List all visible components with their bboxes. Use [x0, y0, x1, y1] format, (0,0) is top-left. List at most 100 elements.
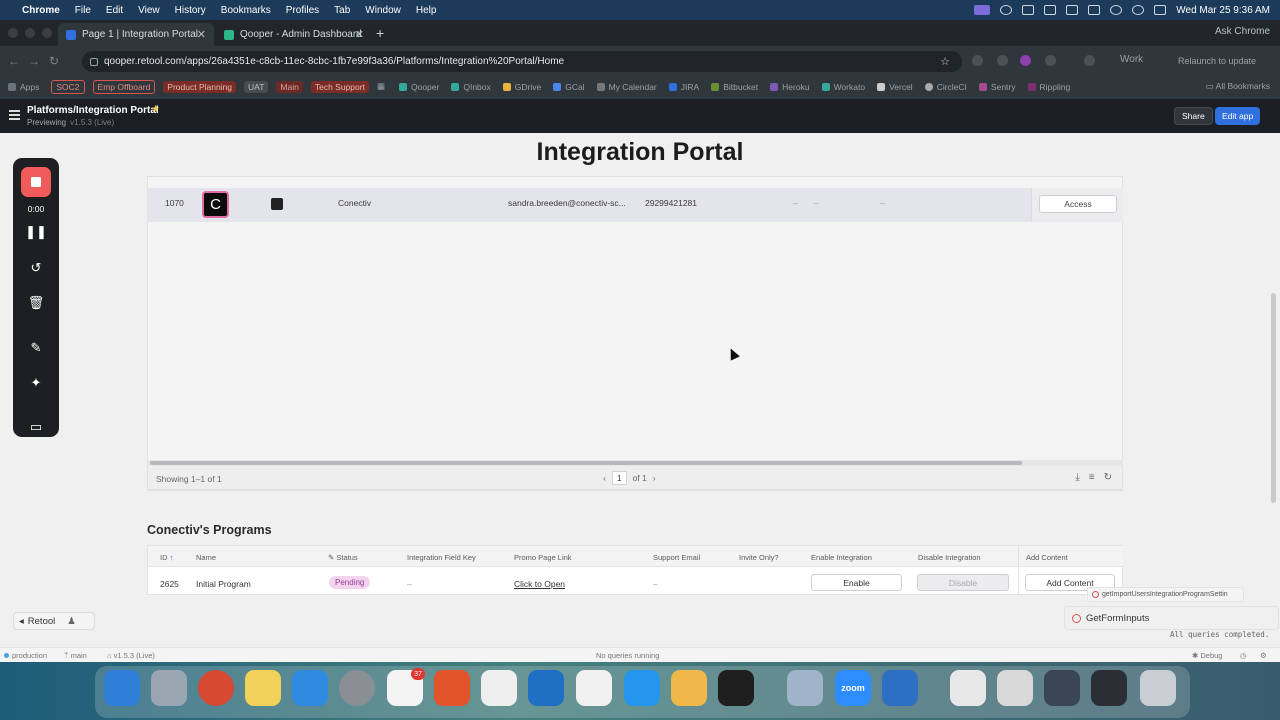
- relaunch-update-button[interactable]: Relaunch to update: [1178, 56, 1256, 66]
- figma-icon[interactable]: [718, 670, 754, 706]
- minimize-window-icon[interactable]: [25, 28, 35, 38]
- menu-bookmarks[interactable]: Bookmarks: [221, 5, 271, 16]
- bookmark-item[interactable]: Qooper: [398, 82, 439, 92]
- bookmark-item[interactable]: Tech Support: [310, 80, 369, 93]
- refresh-icon[interactable]: ↻: [1104, 472, 1112, 483]
- share-button[interactable]: Share: [1174, 107, 1213, 125]
- bookmark-item[interactable]: Product Planning: [163, 80, 237, 93]
- site-info-icon[interactable]: [90, 57, 98, 66]
- promo-link[interactable]: Click to Open: [514, 579, 565, 589]
- side-panel-icon[interactable]: [1084, 55, 1095, 66]
- menu-edit[interactable]: Edit: [106, 5, 123, 16]
- window-thumbnail-icon[interactable]: [1044, 670, 1080, 706]
- tab-qooper-admin[interactable]: Qooper - Admin Dashboard ✕: [216, 23, 372, 46]
- filter-icon[interactable]: ≡: [1089, 472, 1095, 483]
- bookmark-item[interactable]: GCal: [553, 82, 585, 92]
- reload-icon[interactable]: ↻: [44, 54, 64, 68]
- extensions-puzzle-icon[interactable]: [1045, 55, 1056, 66]
- system-settings-icon[interactable]: [339, 670, 375, 706]
- column-header-promo[interactable]: Promo Page Link: [514, 553, 572, 562]
- finder-icon[interactable]: [104, 670, 140, 706]
- pause-icon[interactable]: ❚❚: [13, 224, 59, 240]
- postman-icon[interactable]: [434, 670, 470, 706]
- environment-selector[interactable]: production: [4, 651, 47, 660]
- bookmark-item[interactable]: My Calendar: [596, 82, 657, 92]
- docker-icon[interactable]: [624, 670, 660, 706]
- menu-view[interactable]: View: [138, 5, 160, 16]
- release-version[interactable]: ⌂ v1.5.3 (Live): [107, 651, 155, 660]
- bookmark-item[interactable]: QInbox: [451, 82, 491, 92]
- new-tab-icon[interactable]: +: [376, 25, 384, 41]
- bookmark-item[interactable]: Rippling: [1027, 82, 1070, 92]
- warp-icon[interactable]: [576, 670, 612, 706]
- retool-badge[interactable]: ◂ Retool ♟: [13, 612, 95, 630]
- sort-ascending-icon[interactable]: ↑: [170, 553, 174, 562]
- bookmark-item[interactable]: Vercel: [877, 82, 913, 92]
- address-bar[interactable]: qooper.retool.com/apps/26a4351e-c8cb-11e…: [82, 51, 962, 72]
- trash-icon[interactable]: 🗑: [13, 295, 59, 311]
- column-header-disable[interactable]: Disable Integration: [918, 553, 981, 562]
- tab-integration-portal[interactable]: Page 1 | Integration Portal ✕: [58, 23, 214, 46]
- favorite-star-icon[interactable]: ★: [151, 104, 160, 115]
- vscode-icon[interactable]: [528, 670, 564, 706]
- bookmark-item[interactable]: UAT: [244, 80, 269, 93]
- tableplus-icon[interactable]: [671, 670, 707, 706]
- query-notification[interactable]: getImportUsersIntegrationProgramSettin: [1087, 587, 1244, 602]
- zoom-icon[interactable]: zoom: [835, 670, 871, 706]
- menu-profiles[interactable]: Profiles: [286, 5, 319, 16]
- bookmark-item[interactable]: Heroku: [770, 82, 810, 92]
- downloads-stack-icon[interactable]: [950, 670, 986, 706]
- vertical-scrollbar[interactable]: [1271, 293, 1276, 503]
- menu-file[interactable]: File: [75, 5, 91, 16]
- back-icon[interactable]: ←: [4, 54, 24, 68]
- zoom-window-icon[interactable]: [42, 28, 52, 38]
- menu-window[interactable]: Window: [365, 5, 401, 16]
- launchpad-icon[interactable]: [151, 670, 187, 706]
- bookmark-item[interactable]: GDrive: [502, 82, 541, 92]
- forward-icon[interactable]: →: [24, 54, 44, 68]
- bluetooth-icon[interactable]: [1088, 5, 1101, 15]
- user-icon[interactable]: ♟: [67, 616, 76, 627]
- window-thumbnail-icon[interactable]: [1091, 670, 1127, 706]
- settings-gear-app-icon[interactable]: [882, 670, 918, 706]
- column-header-invite[interactable]: Invite Only?: [739, 553, 779, 562]
- column-header-field-key[interactable]: Integration Field Key: [407, 553, 476, 562]
- close-tab-icon[interactable]: ✕: [355, 28, 364, 41]
- column-header-status[interactable]: ✎ Status: [328, 553, 358, 562]
- bookmark-item[interactable]: Bitbucket: [711, 82, 758, 92]
- menu-icon[interactable]: [9, 110, 20, 120]
- branch-selector[interactable]: ᛘ main: [64, 651, 87, 660]
- draw-pen-icon[interactable]: ✎: [13, 340, 59, 356]
- prev-page-icon[interactable]: ‹: [603, 473, 606, 483]
- bookmark-item[interactable]: SOC2: [51, 79, 85, 94]
- access-button[interactable]: Access: [1039, 195, 1117, 213]
- all-bookmarks-button[interactable]: ▭ All Bookmarks: [1206, 81, 1270, 92]
- next-page-icon[interactable]: ›: [653, 473, 656, 483]
- page-input[interactable]: 1: [611, 471, 627, 485]
- bookmark-item[interactable]: Main: [276, 80, 303, 93]
- bookmark-item[interactable]: Workato: [821, 82, 865, 92]
- screen-recorder-app-icon[interactable]: [787, 670, 823, 706]
- settings-icon[interactable]: ⚙: [1260, 651, 1267, 660]
- enable-button[interactable]: Enable: [811, 574, 902, 591]
- scrollbar-thumb[interactable]: [150, 461, 1022, 465]
- extension-icon[interactable]: [972, 55, 983, 66]
- bookmark-star-icon[interactable]: ☆: [940, 55, 950, 68]
- app-store-icon[interactable]: [292, 670, 328, 706]
- bookmark-item[interactable]: JIRA: [668, 82, 699, 92]
- camera-icon[interactable]: ▭: [13, 419, 59, 435]
- spotlight-search-icon[interactable]: [1132, 5, 1145, 15]
- profile-button[interactable]: Work: [1120, 54, 1143, 65]
- volume-icon[interactable]: [1066, 5, 1079, 15]
- battery-icon[interactable]: [1044, 5, 1057, 15]
- menu-tab[interactable]: Tab: [334, 5, 350, 16]
- column-header-support[interactable]: Support Email: [653, 553, 700, 562]
- terminal-icon[interactable]: [481, 670, 517, 706]
- display-icon[interactable]: [1022, 5, 1035, 15]
- menu-history[interactable]: History: [175, 5, 206, 16]
- bookmark-folder-icon[interactable]: ▦: [377, 81, 385, 92]
- screen-record-icon[interactable]: [974, 5, 991, 15]
- edit-app-button[interactable]: Edit app: [1215, 107, 1261, 125]
- history-icon[interactable]: ◷: [1240, 651, 1247, 660]
- restart-icon[interactable]: ↺: [13, 260, 59, 276]
